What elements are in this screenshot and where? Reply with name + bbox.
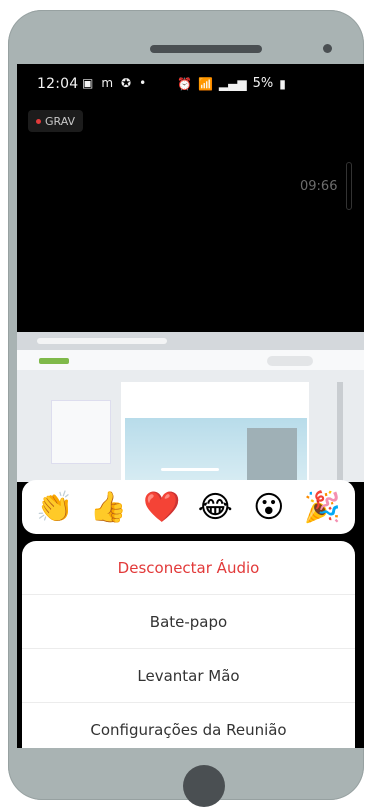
shared-url-bar	[37, 338, 167, 344]
battery-icon: ▮	[279, 76, 286, 91]
alarm-icon: ⏰	[177, 76, 192, 91]
recording-label: GRAV	[45, 114, 76, 128]
scroll-indicator	[346, 162, 352, 210]
meeting-timer: 09:66	[300, 179, 338, 194]
shared-scrollbar	[337, 382, 343, 482]
battery-percent: 5%	[252, 76, 274, 91]
party-popper-icon[interactable]: 🎉	[302, 487, 342, 527]
wifi-icon: 📶	[197, 76, 213, 91]
reactions-bar: 👏 👍 ❤️ 😂 😮 🎉	[22, 480, 355, 534]
image-icon: ▣	[82, 76, 94, 90]
recording-badge: GRAV	[28, 110, 84, 132]
heart-icon[interactable]: ❤️	[142, 487, 182, 527]
shield-icon: ✪	[121, 76, 132, 90]
meeting-settings-button[interactable]: Configurações da Reunião	[22, 703, 355, 748]
thumbs-up-icon[interactable]: 👍	[88, 487, 128, 527]
status-left-icons: ▣ m ✪ •	[82, 76, 146, 90]
phone-screen: 12:04 ▣ m ✪ • ⏰ 📶 ▂▄▆ 5% ▮ GRAV 09:66 👏 …	[17, 64, 364, 748]
meeting-actions-menu: Desconectar Áudio Bate-papo Levantar Mão…	[22, 541, 355, 748]
tears-of-joy-icon[interactable]: 😂	[195, 487, 235, 527]
front-camera	[323, 44, 332, 53]
disconnect-audio-button[interactable]: Desconectar Áudio	[22, 541, 355, 595]
raise-hand-button[interactable]: Levantar Mão	[22, 649, 355, 703]
surprised-face-icon[interactable]: 😮	[249, 487, 289, 527]
m-icon: m	[101, 76, 114, 90]
speaker-grille	[150, 45, 262, 53]
shared-site-logo	[39, 358, 69, 364]
clapping-hands-icon[interactable]: 👏	[35, 487, 75, 527]
signal-icon: ▂▄▆	[218, 76, 247, 91]
status-time: 12:04	[37, 76, 79, 92]
dot-icon: •	[139, 76, 147, 90]
sheet-drag-handle[interactable]	[161, 468, 219, 471]
shared-screen-thumbnail	[17, 332, 364, 482]
record-dot-icon	[36, 118, 41, 124]
shared-left-menu	[51, 400, 111, 464]
shared-search-box	[267, 356, 313, 366]
status-bar: 12:04 ▣ m ✪ • ⏰ 📶 ▂▄▆ 5% ▮	[17, 64, 364, 104]
status-right-icons: ⏰ 📶 ▂▄▆ 5% ▮	[177, 76, 286, 91]
chat-button[interactable]: Bate-papo	[22, 595, 355, 649]
shared-illustration-building	[247, 428, 297, 482]
